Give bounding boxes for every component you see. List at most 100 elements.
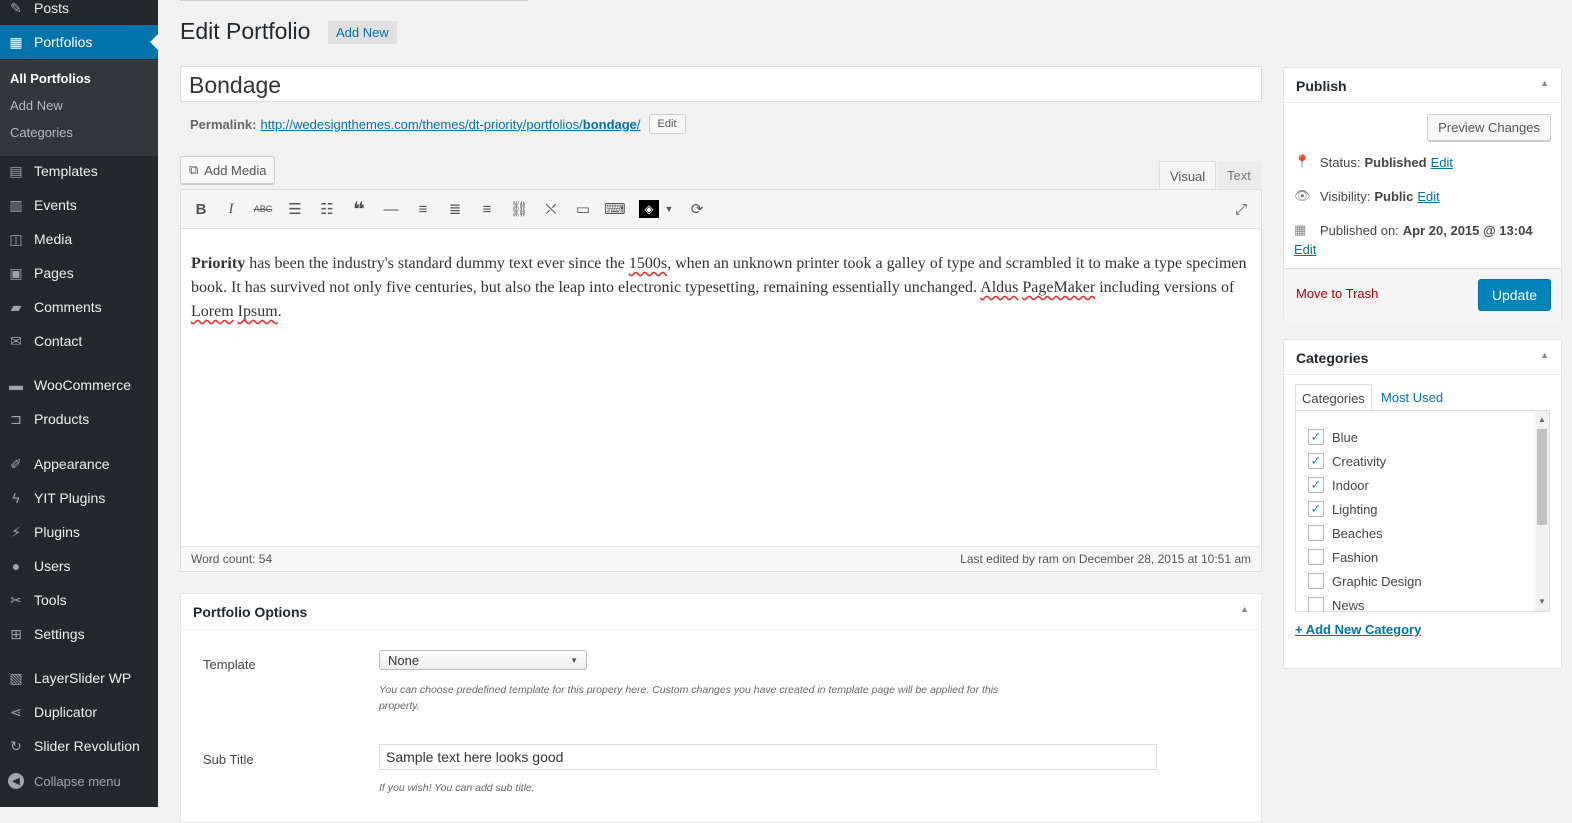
published-value: Apr 20, 2015 @ 13:04 [1402, 222, 1533, 238]
blockquote-icon[interactable]: ❝ [349, 199, 369, 221]
add-media-label: Add Media [204, 162, 267, 178]
category-scrollbar[interactable]: ▲ ▼ [1535, 411, 1549, 611]
link-icon[interactable]: ⛓ [509, 200, 529, 218]
category-checkbox[interactable] [1308, 597, 1324, 611]
category-checkbox[interactable] [1308, 525, 1324, 541]
add-new-category-link[interactable]: + Add New Category [1295, 622, 1421, 637]
menu-tools[interactable]: ✂ Tools [0, 583, 158, 617]
category-checkbox[interactable]: ✓ [1308, 477, 1324, 493]
strikethrough-icon[interactable]: ABC [253, 200, 273, 218]
align-center-icon[interactable]: ≣ [445, 200, 465, 218]
tab-text[interactable]: Text [1217, 161, 1261, 189]
editor-content[interactable]: Priority has been the industry's standar… [191, 252, 1253, 324]
scroll-up-icon[interactable]: ▲ [1538, 415, 1546, 424]
category-item[interactable]: ✓ Creativity [1308, 453, 1386, 469]
editor-toolbar: B I ABC ☰ ☷ ❝ — ≡ ≣ ≡ ⛓ ⛌ ▭ ⌨ ◈ ▼ ⟳ ⤢ [181, 190, 1261, 229]
menu-yit-plugins[interactable]: ϟ YIT Plugins [0, 481, 158, 515]
toggle-arrow-icon[interactable]: ▲ [1540, 78, 1549, 88]
add-new-button[interactable]: Add New [328, 21, 397, 44]
pages-icon: ▣ [9, 264, 23, 281]
user-icon: ● [11, 558, 21, 574]
menu-products[interactable]: ⊐ Products [0, 402, 158, 436]
scroll-down-icon[interactable]: ▼ [1538, 597, 1546, 606]
category-item[interactable]: Fashion [1308, 549, 1378, 565]
menu-plugins[interactable]: ⚡ Plugins [0, 515, 158, 549]
category-checkbox[interactable] [1308, 549, 1324, 565]
edit-status-link[interactable]: Edit [1431, 155, 1453, 170]
shortcode-icon[interactable]: ◈ [639, 200, 659, 218]
submenu-categories[interactable]: Categories [10, 125, 73, 140]
scroll-thumb[interactable] [1537, 429, 1547, 525]
subtitle-input[interactable]: Sample text here looks good [379, 744, 1157, 770]
horizontal-line-icon[interactable]: — [381, 200, 401, 218]
menu-portfolios[interactable]: ▦ Portfolios [0, 25, 158, 59]
menu-pages[interactable]: ▣ Pages [0, 256, 158, 290]
category-checkbox[interactable]: ✓ [1308, 501, 1324, 517]
category-item[interactable]: ✓ Indoor [1308, 477, 1369, 493]
submenu-all-portfolios[interactable]: All Portfolios [10, 71, 91, 86]
menu-posts[interactable]: ✎ Posts [0, 0, 158, 25]
category-item[interactable]: News [1308, 597, 1365, 612]
numbered-list-icon[interactable]: ☷ [317, 200, 337, 218]
tab-most-used[interactable]: Most Used [1375, 384, 1449, 410]
menu-settings[interactable]: ⊞ Settings [0, 617, 158, 651]
layers-icon: ▧ [9, 669, 23, 686]
menu-label: Portfolios [34, 34, 93, 50]
media-icon: ⧉ [189, 162, 199, 177]
menu-contact[interactable]: ✉ Contact [0, 324, 158, 358]
collapse-icon: ◀ [8, 773, 24, 789]
update-button[interactable]: Update [1477, 279, 1551, 311]
submenu-add-new[interactable]: Add New [10, 98, 63, 113]
category-checkbox[interactable] [1308, 573, 1324, 589]
menu-duplicator[interactable]: ⋖ Duplicator [0, 695, 158, 729]
category-label: Indoor [1332, 477, 1369, 493]
fullscreen-icon[interactable]: ⤢ [1231, 200, 1251, 218]
bold-icon[interactable]: B [191, 200, 211, 218]
category-item[interactable]: ✓ Lighting [1308, 501, 1378, 517]
chevron-down-icon[interactable]: ▼ [659, 200, 679, 218]
refresh-icon[interactable]: ⟳ [687, 200, 707, 218]
tab-all-categories[interactable]: Categories [1295, 384, 1372, 412]
post-title-input[interactable]: Bondage [180, 66, 1262, 102]
toggle-arrow-icon[interactable]: ▲ [1540, 350, 1549, 360]
unlink-icon[interactable]: ⛌ [541, 200, 561, 218]
menu-users[interactable]: ● Users [0, 549, 158, 583]
align-right-icon[interactable]: ≡ [477, 200, 497, 218]
menu-events[interactable]: ▥ Events [0, 188, 158, 222]
category-checkbox[interactable]: ✓ [1308, 429, 1324, 445]
menu-label: Templates [34, 163, 98, 179]
collapse-menu[interactable]: ◀ Collapse menu [0, 764, 158, 798]
tab-visual[interactable]: Visual [1159, 161, 1217, 190]
category-item[interactable]: Graphic Design [1308, 573, 1422, 589]
portfolios-submenu: All Portfolios Add New Categories [0, 60, 158, 156]
menu-woocommerce[interactable]: ▬ WooCommerce [0, 368, 158, 402]
toolbar-toggle-icon[interactable]: ⌨ [604, 200, 626, 218]
menu-comments[interactable]: ▰ Comments [0, 290, 158, 324]
edit-permalink-button[interactable]: Edit [648, 114, 686, 134]
read-more-icon[interactable]: ▭ [573, 200, 593, 218]
template-select[interactable]: None ▼ [379, 650, 587, 670]
move-to-trash-link[interactable]: Move to Trash [1296, 286, 1378, 301]
add-media-button[interactable]: ⧉ Add Media [180, 156, 276, 184]
menu-media[interactable]: ◫ Media [0, 222, 158, 256]
chevron-down-icon: ▼ [570, 656, 578, 665]
word-count: Word count: 54 [191, 552, 273, 566]
menu-appearance[interactable]: ✐ Appearance [0, 447, 158, 481]
category-item[interactable]: Beaches [1308, 525, 1383, 541]
toggle-arrow-icon[interactable]: ▲ [1240, 604, 1249, 614]
category-item[interactable]: ✓ Blue [1308, 429, 1358, 445]
menu-layerslider[interactable]: ▧ LayerSlider WP [0, 661, 158, 695]
preview-changes-button[interactable]: Preview Changes [1427, 114, 1551, 141]
menu-templates[interactable]: ▤ Templates [0, 154, 158, 188]
mail-icon: ✉ [10, 332, 22, 349]
permalink-link[interactable]: http://wedesignthemes.com/themes/dt-prio… [260, 117, 640, 132]
menu-label: LayerSlider WP [34, 670, 132, 686]
edit-date-link[interactable]: Edit [1294, 242, 1316, 257]
italic-icon[interactable]: I [221, 200, 241, 218]
edit-visibility-link[interactable]: Edit [1417, 189, 1439, 204]
menu-slider-revolution[interactable]: ↻ Slider Revolution [0, 729, 158, 763]
category-label: News [1332, 597, 1365, 612]
align-left-icon[interactable]: ≡ [413, 200, 433, 218]
bullet-list-icon[interactable]: ☰ [285, 200, 305, 218]
category-checkbox[interactable]: ✓ [1308, 453, 1324, 469]
